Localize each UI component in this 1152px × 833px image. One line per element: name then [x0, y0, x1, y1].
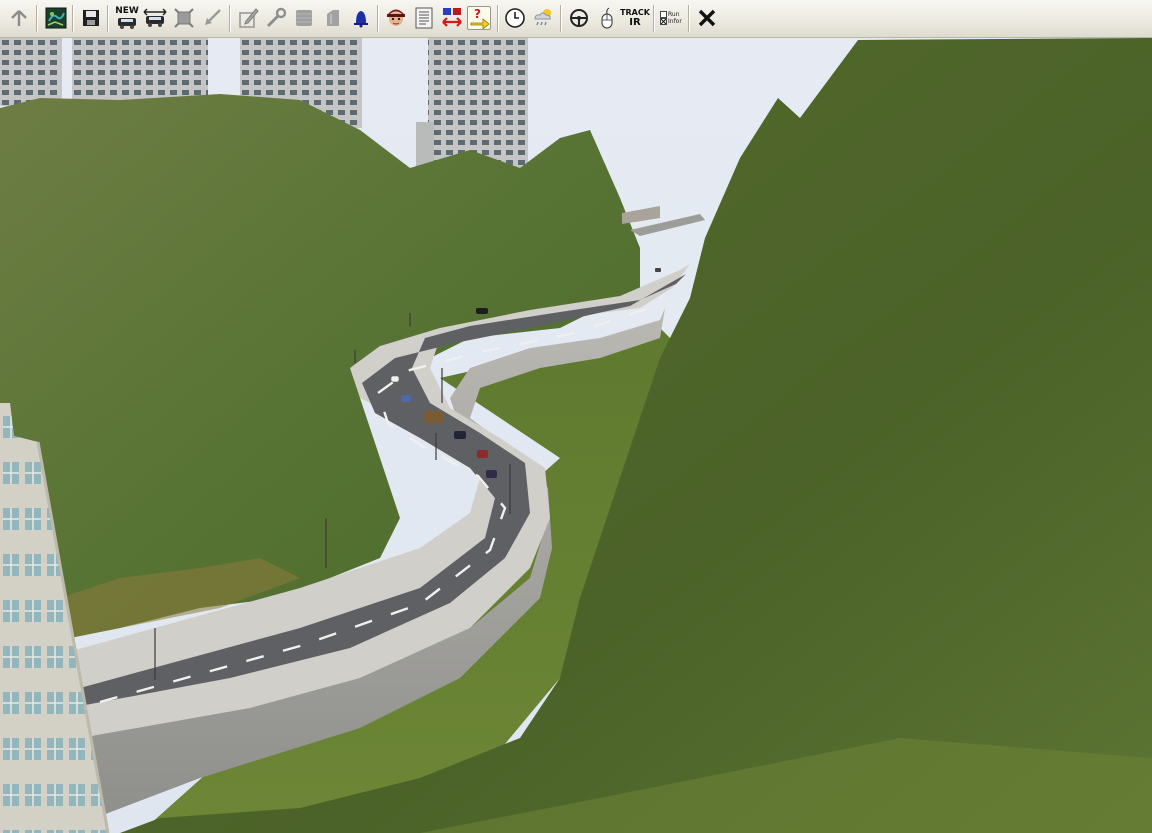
- 3d-scene-viewport[interactable]: [0, 38, 1152, 833]
- new-vehicle-button[interactable]: NEW: [115, 6, 139, 30]
- grey-clip-icon: [327, 10, 339, 26]
- run-checkbox-label: Run: [668, 11, 680, 18]
- exchange-button[interactable]: [440, 6, 464, 30]
- infor-checkbox-row[interactable]: Infor: [660, 18, 682, 25]
- driver-button[interactable]: [384, 6, 408, 30]
- frame-icon: [174, 8, 194, 28]
- 3d-scene: [0, 38, 1152, 833]
- trackir-label-bottom: IR: [629, 17, 641, 28]
- wrench-icon: [266, 7, 287, 28]
- toolbar-separator: [36, 5, 38, 32]
- mouse-icon: [601, 7, 613, 29]
- infor-checkbox[interactable]: [660, 18, 667, 25]
- edit-icon: [239, 8, 259, 28]
- save-icon: [83, 10, 99, 26]
- help-button[interactable]: ?: [467, 6, 491, 30]
- clock-button[interactable]: [503, 6, 527, 30]
- edit-button[interactable]: [236, 6, 260, 30]
- mouse-button[interactable]: [595, 6, 619, 30]
- weather-icon: [534, 9, 551, 26]
- script-button[interactable]: [412, 6, 436, 30]
- pointer-icon: [205, 9, 221, 25]
- wrench-button[interactable]: [264, 6, 288, 30]
- steering-button[interactable]: [567, 6, 591, 30]
- bell-button[interactable]: [349, 6, 373, 30]
- map-button[interactable]: [44, 6, 68, 30]
- up-arrow-icon: [11, 10, 27, 26]
- toolbar-separator: [72, 5, 74, 32]
- pointer-button[interactable]: [200, 6, 224, 30]
- script-icon: [415, 7, 433, 29]
- clock-icon: [505, 8, 525, 28]
- new-label: NEW: [115, 6, 139, 16]
- toolbar-separator: [377, 5, 379, 32]
- steering-icon: [570, 9, 588, 27]
- toolbar-separator: [653, 5, 655, 32]
- map-icon: [45, 7, 67, 29]
- grey-box-icon: [296, 10, 312, 26]
- vehicle-swap-icon: [143, 8, 167, 27]
- new-vehicle-icon: [118, 18, 136, 29]
- vehicle-swap-button[interactable]: [143, 6, 167, 30]
- help-icon: ?: [470, 7, 490, 29]
- checkbox-panel: Run Infor: [660, 6, 686, 30]
- toolbar-separator: [107, 5, 109, 32]
- toolbar: NEW ? TRACK IR Run Infor: [0, 0, 1152, 38]
- grey-clip-button[interactable]: [321, 6, 345, 30]
- grey-box-button[interactable]: [292, 6, 316, 30]
- toolbar-separator: [229, 5, 231, 32]
- exchange-icon: [442, 8, 462, 27]
- infor-checkbox-label: Infor: [668, 18, 682, 25]
- toolbar-separator: [497, 5, 499, 32]
- driver-icon: [387, 9, 405, 26]
- toolbar-separator: [560, 5, 562, 32]
- trackir-button[interactable]: TRACK IR: [620, 6, 650, 30]
- save-button[interactable]: [79, 6, 103, 30]
- run-checkbox[interactable]: [660, 11, 667, 18]
- close-icon: [698, 9, 716, 27]
- trackir-label-top: TRACK: [620, 8, 650, 17]
- check-icon: [661, 19, 666, 24]
- bell-icon: [354, 11, 368, 28]
- run-checkbox-row[interactable]: Run: [660, 11, 680, 18]
- frame-button[interactable]: [172, 6, 196, 30]
- toolbar-separator: [688, 5, 690, 32]
- svg-text:?: ?: [474, 7, 481, 21]
- close-button[interactable]: [695, 6, 719, 30]
- up-arrow-button[interactable]: [7, 6, 31, 30]
- weather-button[interactable]: [531, 6, 555, 30]
